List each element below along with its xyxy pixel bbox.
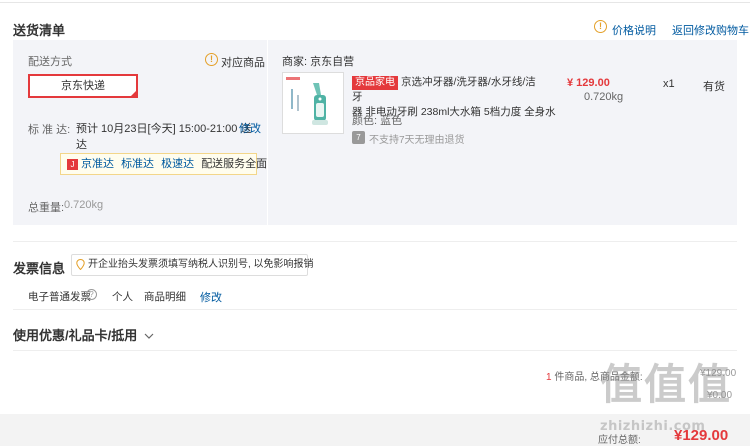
discount-section-toggle[interactable]: 使用优惠/礼品卡/抵用 (13, 325, 154, 344)
selected-corner-icon (129, 89, 138, 98)
location-pin-icon (76, 259, 85, 270)
invoice-tip: 开企业抬头发票须填写纳税人识别号, 以免影响报销 (71, 254, 314, 276)
delivery-section-title: 送货清单 (13, 23, 66, 38)
standard-delivery-time-cont: 达 (76, 139, 87, 151)
section-divider (13, 241, 737, 242)
tip-item-jzd[interactable]: 京准达 (81, 158, 114, 170)
total-weight-value: 0.720kg (64, 199, 104, 211)
water-flosser-image (286, 77, 328, 125)
question-icon[interactable]: ? (86, 289, 97, 300)
product-weight: 0.720kg (584, 91, 624, 103)
price-note-link[interactable]: 价格说明 (612, 22, 656, 38)
product-image[interactable] (282, 72, 344, 134)
product-quantity: x1 (663, 78, 675, 90)
total-weight-label: 总重量: (28, 202, 65, 214)
invoice-holder: 个人 (112, 291, 133, 303)
top-divider (0, 2, 750, 3)
match-goods-link[interactable]: 对应商品 (221, 54, 265, 70)
shipping-option-label: 京东快递 (61, 80, 105, 92)
invoice-content: 商品明细 (144, 291, 186, 303)
jzd-icon: J (67, 158, 78, 170)
standard-delivery-label: 标 准 达: (28, 124, 71, 136)
product-price: ¥ 129.00 (567, 77, 610, 89)
no-return-icon: 7 (352, 131, 365, 144)
modify-invoice-link[interactable]: 修改 (200, 289, 222, 305)
invoice-section-title: 发票信息 (13, 261, 66, 276)
section-divider (13, 309, 737, 310)
watermark-logo: 值值值 (600, 360, 733, 409)
product-stock: 有货 (703, 81, 725, 93)
shipping-option-jd-express[interactable]: 京东快递 (28, 74, 138, 98)
info-icon: ! (205, 53, 218, 66)
summary-count-number: 1 (546, 372, 552, 383)
invoice-type: 电子普通发票 (28, 291, 91, 303)
tip-item-bzd[interactable]: 标准达 (121, 158, 154, 170)
tip-item-jsd[interactable]: 极速达 (161, 158, 194, 170)
chevron-down-icon (144, 333, 154, 340)
invoice-tip-text: 开企业抬头发票须填写纳税人识别号, 以免影响报销 (88, 259, 314, 270)
return-policy-note: 不支持7天无理由退货 (369, 135, 465, 146)
product-tag: 京品家电 (352, 76, 398, 90)
info-icon: ! (594, 20, 607, 33)
delivery-upgrade-tip: J 京准达 标准达 极速达 配送服务全面升级 (60, 153, 289, 175)
section-divider (13, 350, 737, 351)
standard-delivery-time: 预计 10月23日[今天] 15:00-21:00 送 (76, 123, 252, 135)
watermark-text: zhizhizhi.com (600, 419, 706, 434)
product-color: 颜色: 蓝色 (352, 115, 403, 127)
modify-delivery-time-link[interactable]: 修改 (239, 120, 261, 136)
shipping-method-label: 配送方式 (28, 56, 72, 68)
back-to-cart-link[interactable]: 返回修改购物车 (672, 22, 749, 38)
discount-section-title: 使用优惠/礼品卡/抵用 (13, 328, 138, 343)
seller-label: 商家: 京东自营 (282, 56, 355, 68)
